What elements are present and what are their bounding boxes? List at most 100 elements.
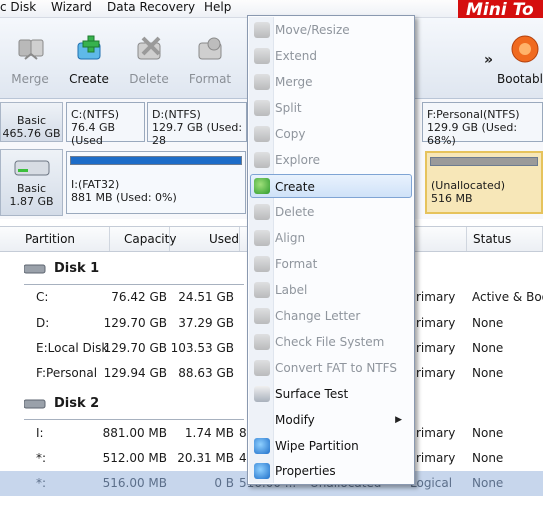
cell-type: rimary bbox=[416, 426, 456, 440]
delete-icon bbox=[254, 204, 270, 220]
cell-partition: C: bbox=[36, 290, 49, 304]
column-capacity[interactable]: Capacity bbox=[110, 227, 176, 251]
menu-item-change-letter[interactable]: Change Letter bbox=[250, 304, 412, 328]
column-partition[interactable]: Partition bbox=[20, 227, 110, 251]
menu-item-surface-test[interactable]: Surface Test bbox=[250, 382, 412, 406]
cell-used: 0 B bbox=[214, 476, 234, 490]
partition-f[interactable]: F:Personal(NTFS) 129.9 GB (Used: 68%) bbox=[422, 102, 543, 147]
cell-partition: E:Local Disk bbox=[36, 341, 109, 355]
cell-unused: 8 bbox=[239, 426, 247, 440]
menu-item-wipe-partition[interactable]: Wipe Partition bbox=[250, 434, 412, 458]
menu-item-create[interactable]: Create bbox=[250, 174, 412, 198]
menu-item-copy[interactable]: Copy bbox=[250, 122, 412, 146]
cell-status: Active & Boot & bbox=[472, 290, 543, 304]
disk-2-summary[interactable]: Basic 1.87 GB bbox=[0, 149, 63, 216]
extend-icon bbox=[254, 48, 270, 64]
disk-icon bbox=[24, 264, 46, 273]
change-letter-icon bbox=[254, 308, 270, 324]
partition-c-info: 76.4 GB (Used bbox=[71, 121, 116, 147]
menu-item-split[interactable]: Split bbox=[250, 96, 412, 120]
cell-type: rimary bbox=[416, 451, 456, 465]
delete-button[interactable]: Delete bbox=[124, 18, 174, 96]
merge-button[interactable]: Merge bbox=[5, 18, 55, 96]
toolbar-more-chevron[interactable]: » bbox=[484, 52, 493, 68]
cell-partition: *: bbox=[36, 451, 47, 465]
disk-1-type: Basic bbox=[16, 114, 47, 127]
bootable-icon bbox=[511, 35, 539, 63]
disk-1-summary[interactable]: Basic 465.76 GB bbox=[0, 102, 63, 142]
menu-item-align[interactable]: Align bbox=[250, 226, 412, 250]
menu-disk[interactable]: c Disk bbox=[0, 0, 36, 17]
disk-1-header[interactable]: Disk 1 bbox=[24, 258, 99, 280]
menu-wizard[interactable]: Wizard bbox=[51, 0, 92, 17]
cell-used: 1.74 MB bbox=[184, 426, 234, 440]
format-button[interactable]: Format bbox=[185, 18, 235, 96]
column-status[interactable]: Status bbox=[466, 227, 543, 251]
move-resize-icon bbox=[254, 22, 270, 38]
partition-i-usage-bar bbox=[70, 156, 242, 165]
cell-type: rimary bbox=[416, 341, 456, 355]
hard-disk-icon bbox=[14, 160, 49, 176]
menu-item-merge[interactable]: Merge bbox=[250, 70, 412, 94]
menu-item-convert-fat-ntfs[interactable]: Convert FAT to NTFS bbox=[250, 356, 412, 380]
cell-used: 37.29 GB bbox=[178, 316, 234, 330]
bootable-button[interactable]: Bootable bbox=[497, 18, 543, 96]
cell-capacity: 129.94 GB bbox=[103, 366, 167, 380]
menu-item-label: Check File System bbox=[275, 335, 385, 349]
partition-d[interactable]: D:(NTFS) 129.7 GB (Used: 28 bbox=[147, 102, 247, 147]
menu-item-label: Extend bbox=[275, 49, 317, 63]
disk-2-divider bbox=[24, 419, 244, 420]
partition-d-name: D:(NTFS) bbox=[152, 108, 201, 121]
menu-item-explore[interactable]: Explore bbox=[250, 148, 412, 172]
menu-item-label: Convert FAT to NTFS bbox=[275, 361, 397, 375]
delete-button-label: Delete bbox=[129, 72, 169, 86]
cell-partition: F:Personal bbox=[36, 366, 98, 380]
disk-1-label: Disk 1 bbox=[54, 261, 100, 276]
disk-2-type: Basic bbox=[16, 182, 47, 195]
menu-item-check-file-system[interactable]: Check File System bbox=[250, 330, 412, 354]
format-icon bbox=[254, 256, 270, 272]
cell-capacity: 76.42 GB bbox=[111, 290, 167, 304]
cell-status: None bbox=[472, 451, 504, 465]
menu-item-move-resize[interactable]: Move/Resize bbox=[250, 18, 412, 42]
cell-capacity: 516.00 MB bbox=[102, 476, 167, 490]
merge-icon bbox=[18, 39, 44, 60]
menu-item-extend[interactable]: Extend bbox=[250, 44, 412, 68]
menu-data-recovery[interactable]: Data Recovery bbox=[107, 0, 195, 17]
column-used[interactable]: Used bbox=[170, 227, 240, 251]
cell-unused: 4 bbox=[239, 451, 247, 465]
align-icon bbox=[254, 230, 270, 246]
properties-icon bbox=[254, 463, 270, 479]
context-menu: Move/Resize Extend Merge Split Copy Expl… bbox=[247, 15, 415, 485]
cell-type: rimary bbox=[416, 290, 456, 304]
partition-c[interactable]: C:(NTFS) 76.4 GB (Used bbox=[66, 102, 145, 147]
disk-2-label: Disk 2 bbox=[54, 396, 100, 411]
cell-used: 20.31 MB bbox=[177, 451, 234, 465]
cell-status: None bbox=[472, 341, 504, 355]
check-file-system-icon bbox=[254, 334, 270, 350]
cell-used: 24.51 GB bbox=[178, 290, 234, 304]
format-icon bbox=[198, 37, 222, 60]
menu-item-label: Split bbox=[275, 101, 302, 115]
menu-item-label-item[interactable]: Label bbox=[250, 278, 412, 302]
menu-help[interactable]: Help bbox=[204, 0, 231, 17]
disk-2-size: 1.87 GB bbox=[9, 195, 54, 208]
menu-item-format[interactable]: Format bbox=[250, 252, 412, 276]
menu-item-label: Explore bbox=[275, 153, 321, 167]
create-button[interactable]: Create bbox=[64, 18, 114, 96]
surface-test-icon bbox=[254, 386, 270, 402]
menu-item-properties[interactable]: Properties bbox=[250, 459, 412, 483]
partition-i[interactable]: I:(FAT32) 881 MB (Used: 0%) bbox=[66, 151, 246, 214]
menu-item-modify[interactable]: Modify ▶ bbox=[250, 408, 412, 432]
cell-capacity: 129.70 GB bbox=[103, 341, 167, 355]
menu-item-label: Format bbox=[275, 257, 318, 271]
disk-2-header[interactable]: Disk 2 bbox=[24, 393, 99, 415]
unallocated-info: 516 MB bbox=[431, 192, 473, 205]
format-button-label: Format bbox=[188, 72, 232, 86]
menu-item-delete[interactable]: Delete bbox=[250, 200, 412, 224]
copy-icon bbox=[254, 126, 270, 142]
partition-unallocated[interactable]: (Unallocated) 516 MB bbox=[425, 151, 543, 214]
partition-i-info: 881 MB (Used: 0%) bbox=[71, 191, 177, 204]
cell-status: None bbox=[472, 316, 504, 330]
menu-item-label: Create bbox=[275, 180, 315, 194]
